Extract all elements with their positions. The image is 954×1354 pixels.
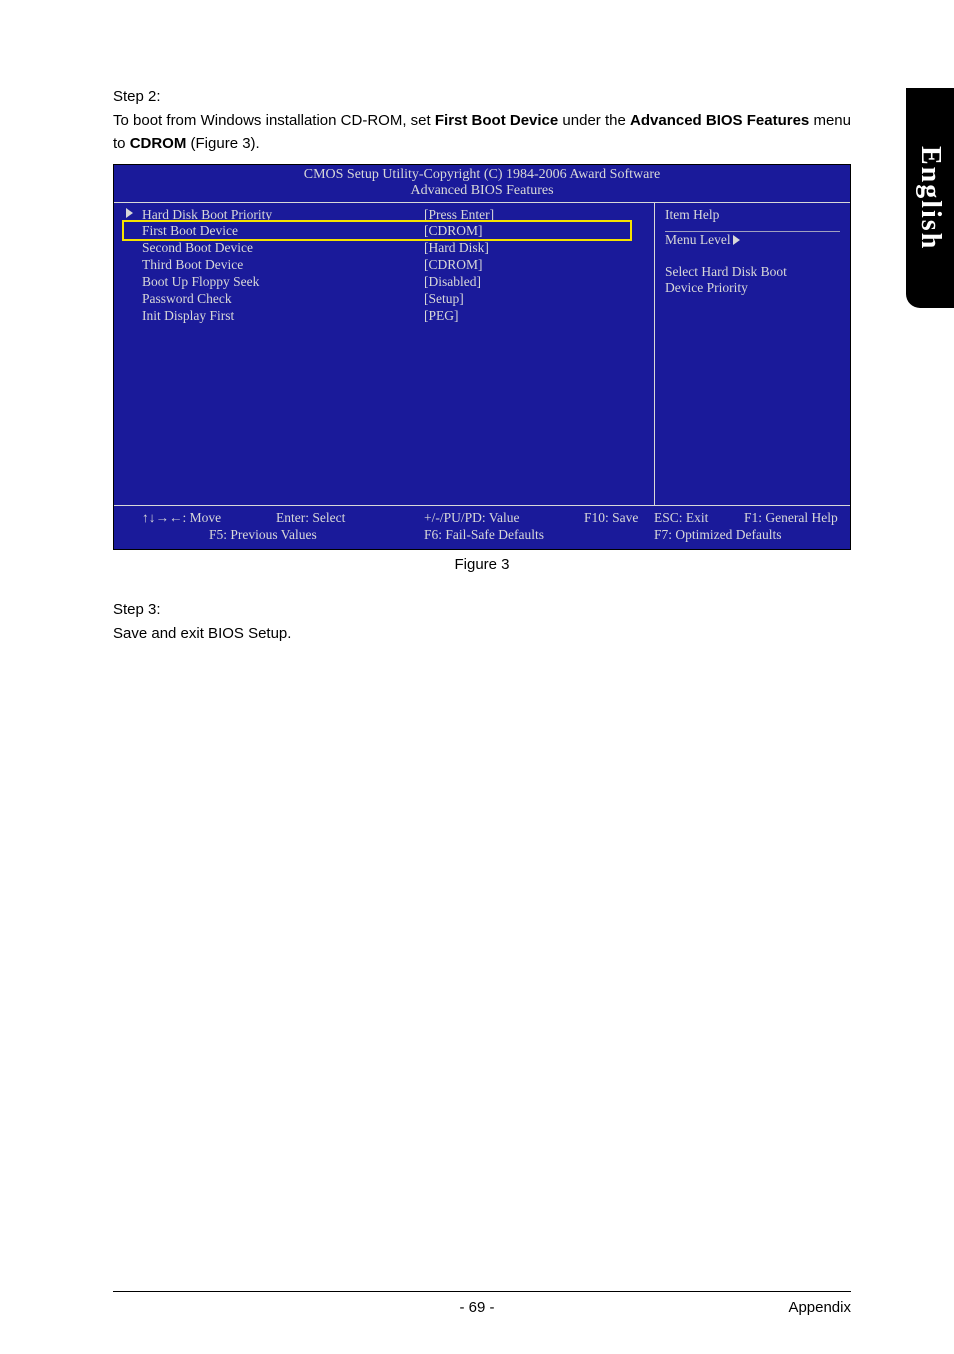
- spacer: [665, 248, 840, 264]
- figure-caption: Figure 3: [113, 556, 851, 573]
- bios-row-5: Password Check [Setup]: [124, 291, 644, 308]
- bios-row-1: First Boot Device [CDROM]: [124, 223, 644, 240]
- bios-subtitle: Advanced BIOS Features: [114, 183, 850, 202]
- step2-text-post: (Figure 3).: [186, 135, 259, 152]
- triangle-right-icon: [733, 235, 740, 245]
- help-title: Item Help: [665, 207, 840, 223]
- bios-row-label: Boot Up Floppy Seek: [124, 274, 424, 291]
- bios-screenshot: CMOS Setup Utility-Copyright (C) 1984-20…: [113, 164, 851, 550]
- step2-heading: Step 2:: [113, 88, 851, 105]
- side-tab-label: English: [914, 146, 946, 250]
- bios-row-6: Init Display First [PEG]: [124, 308, 644, 325]
- bios-row-label: Hard Disk Boot Priority: [124, 207, 424, 224]
- step2-text-mid1: under the: [558, 112, 630, 129]
- footer-prev: F5: Previous Values: [124, 526, 424, 544]
- bios-row-value: [CDROM]: [424, 223, 644, 240]
- bios-row-4: Boot Up Floppy Seek [Disabled]: [124, 274, 644, 291]
- step2-text-pre: To boot from Windows installation CD-ROM…: [113, 112, 435, 129]
- footer-help: F1: General Help: [744, 509, 840, 527]
- footer-enter: Enter: Select: [276, 509, 424, 527]
- bios-row-label: Password Check: [124, 291, 424, 308]
- footer-optimized: F7: Optimized Defaults: [654, 526, 840, 544]
- appendix-label: Appendix: [788, 1299, 851, 1316]
- help-menu-level: Menu Level: [665, 232, 731, 248]
- footer-move: ↑↓→←: Move: [124, 509, 276, 527]
- step2-text: To boot from Windows installation CD-ROM…: [113, 109, 851, 156]
- bios-row-value: [Setup]: [424, 291, 644, 308]
- bios-row-value: [CDROM]: [424, 257, 644, 274]
- triangle-right-icon: [126, 208, 133, 218]
- step2-bold1: First Boot Device: [435, 112, 558, 129]
- bios-row-label: Second Boot Device: [124, 240, 424, 257]
- help-desc1: Select Hard Disk Boot: [665, 264, 840, 280]
- bios-footer: ↑↓→←: Move Enter: Select +/-/PU/PD: Valu…: [114, 506, 850, 549]
- bios-footer-row1: ↑↓→←: Move Enter: Select +/-/PU/PD: Valu…: [124, 509, 840, 527]
- bios-row-value: [Hard Disk]: [424, 240, 644, 257]
- bios-title: CMOS Setup Utility-Copyright (C) 1984-20…: [114, 165, 850, 183]
- footer-esc: ESC: Exit: [654, 509, 744, 527]
- footer-value: +/-/PU/PD: Value: [424, 509, 584, 527]
- bios-row-2: Second Boot Device [Hard Disk]: [124, 240, 644, 257]
- step3-heading: Step 3:: [113, 601, 851, 618]
- footer-divider: [113, 1291, 851, 1292]
- footer-failsafe: F6: Fail-Safe Defaults: [424, 526, 654, 544]
- help-desc2: Device Priority: [665, 280, 840, 296]
- bios-row-3: Third Boot Device [CDROM]: [124, 257, 644, 274]
- bios-row-label: First Boot Device: [124, 223, 424, 240]
- footer-save: F10: Save: [584, 509, 654, 527]
- bios-right-panel: Item Help Menu Level Select Hard Disk Bo…: [655, 203, 850, 505]
- step2-bold3: CDROM: [130, 135, 187, 152]
- bios-row-value: [Press Enter]: [424, 207, 644, 224]
- bios-row-value: [PEG]: [424, 308, 644, 325]
- page-content: Step 2: To boot from Windows installatio…: [113, 88, 851, 653]
- bios-row-label: Third Boot Device: [124, 257, 424, 274]
- bios-row-0: Hard Disk Boot Priority [Press Enter]: [124, 207, 644, 224]
- bios-body: Hard Disk Boot Priority [Press Enter] Fi…: [114, 202, 850, 506]
- bios-row-value: [Disabled]: [424, 274, 644, 291]
- bios-row-label: Init Display First: [124, 308, 424, 325]
- help-menu-level-row: Menu Level: [665, 232, 840, 248]
- bios-footer-row2: F5: Previous Values F6: Fail-Safe Defaul…: [124, 526, 840, 544]
- step3-text: Save and exit BIOS Setup.: [113, 622, 851, 645]
- bios-left-panel: Hard Disk Boot Priority [Press Enter] Fi…: [114, 203, 655, 505]
- side-tab: English: [906, 88, 954, 308]
- step2-bold2: Advanced BIOS Features: [630, 112, 809, 129]
